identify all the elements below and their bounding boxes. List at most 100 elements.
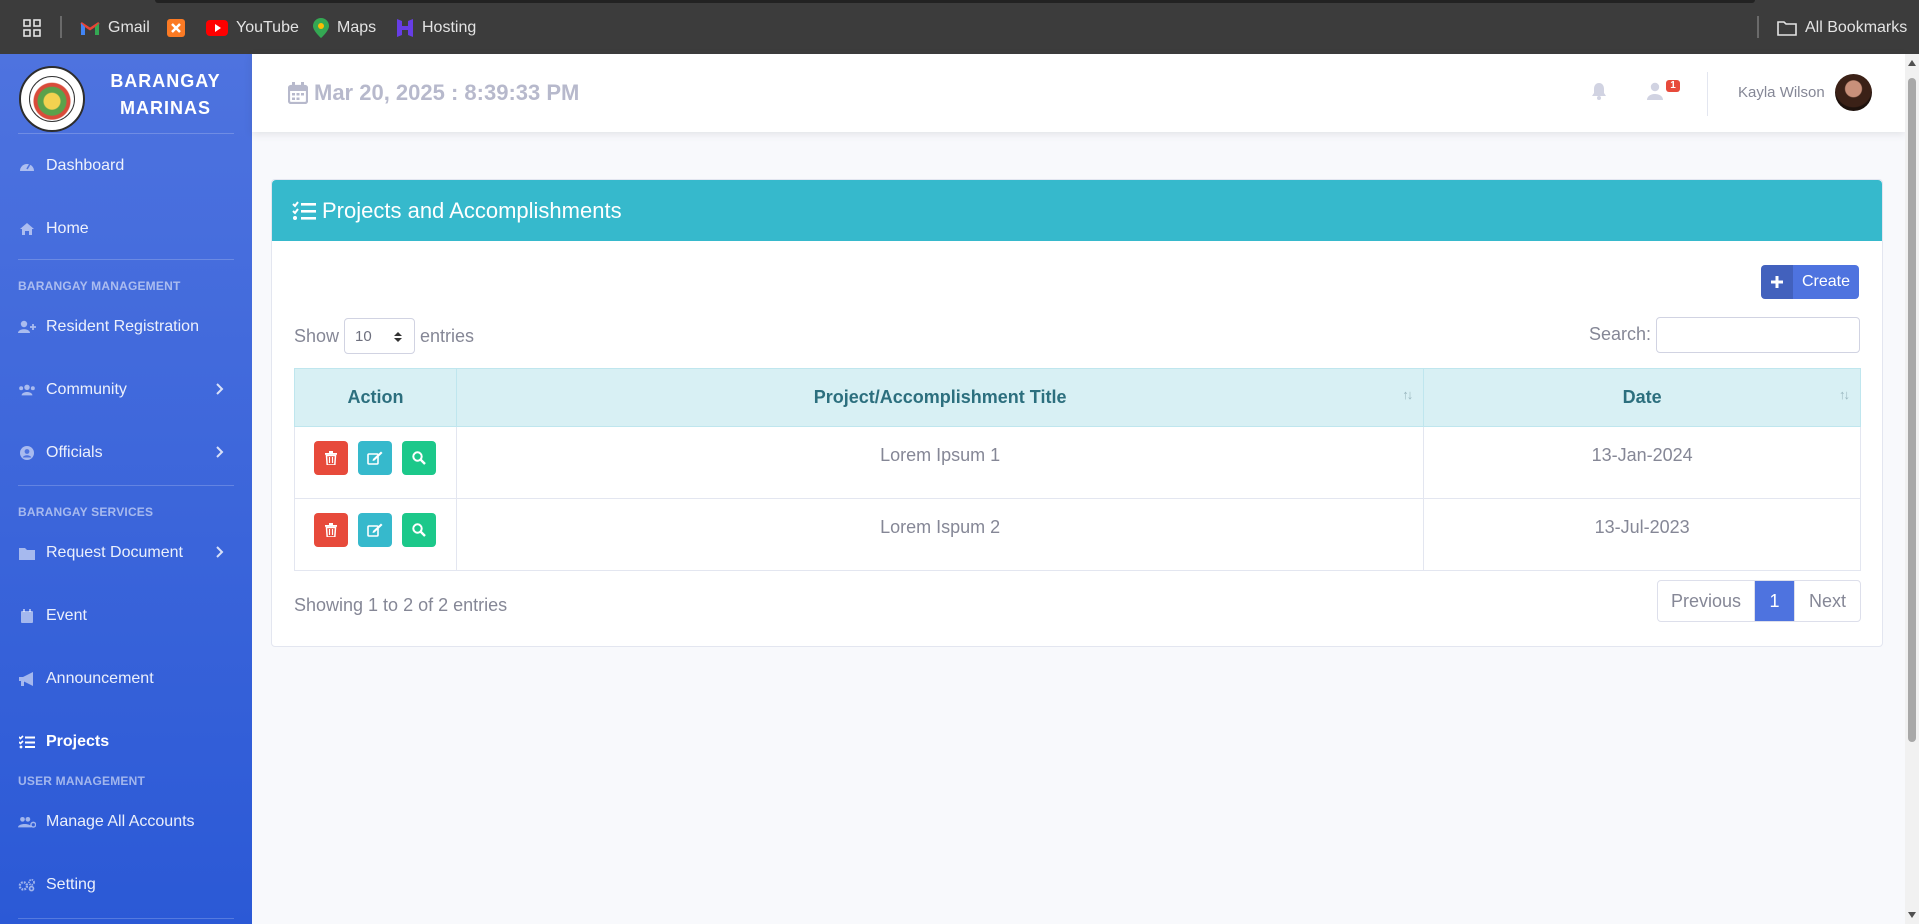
barangay-seal-logo — [19, 66, 85, 132]
sidebar-divider — [18, 918, 234, 919]
page-scrollbar[interactable] — [1905, 54, 1919, 924]
sidebar-divider — [18, 259, 234, 260]
sidebar-item-request-document[interactable]: Request Document — [18, 541, 238, 565]
scroll-up-icon[interactable] — [1908, 60, 1916, 66]
entries-select[interactable]: 10 — [344, 318, 416, 354]
sidebar-brand[interactable]: BARANGAY MARINAS — [0, 54, 252, 134]
bookmark-label: Hosting — [422, 19, 477, 36]
datetime-display: Mar 20, 2025 : 8:39:33 PM — [288, 80, 579, 106]
column-header-date[interactable]: Date ↑↓ — [1423, 368, 1861, 427]
column-header-action: Action — [294, 368, 457, 427]
sidebar-item-label: Event — [46, 607, 87, 624]
sidebar-divider — [18, 133, 234, 134]
sidebar-item-dashboard[interactable]: Dashboard — [18, 154, 238, 178]
table-row: Lorem Ispum 2 13-Jul-2023 — [294, 498, 1861, 571]
card-header: Projects and Accomplishments — [272, 180, 1882, 241]
avatar[interactable] — [1835, 74, 1872, 111]
all-bookmarks-label: All Bookmarks — [1805, 19, 1908, 36]
sidebar-item-officials[interactable]: Officials — [18, 441, 238, 465]
scroll-down-icon[interactable] — [1908, 912, 1916, 918]
apps-icon[interactable] — [22, 18, 50, 38]
all-bookmarks[interactable]: All Bookmarks — [1777, 18, 1907, 38]
edit-button[interactable] — [358, 513, 393, 547]
hostinger-icon — [397, 19, 413, 37]
pagination-previous[interactable]: Previous — [1658, 581, 1755, 621]
column-label: Action — [347, 387, 404, 407]
sidebar-item-label: Home — [46, 220, 89, 237]
bookmark-separator — [1757, 16, 1759, 38]
column-header-title[interactable]: Project/Accomplishment Title ↑↓ — [455, 368, 1425, 427]
youtube-icon — [206, 20, 228, 36]
sidebar-item-manage-accounts[interactable]: Manage All Accounts — [18, 810, 238, 834]
edit-icon — [367, 451, 383, 465]
trash-icon — [325, 523, 338, 537]
date-cell: 13-Jan-2024 — [1423, 426, 1861, 499]
bookmark-hosting[interactable]: Hosting — [396, 18, 476, 38]
view-button[interactable] — [402, 513, 437, 547]
user-plus-icon — [18, 319, 36, 335]
delete-button[interactable] — [314, 441, 349, 475]
pagination-page-1[interactable]: 1 — [1755, 581, 1794, 621]
search-icon — [412, 523, 427, 537]
tachometer-icon — [18, 158, 36, 174]
datetime-text: Mar 20, 2025 : 8:39:33 PM — [314, 80, 580, 105]
search-label: Search: — [1589, 324, 1652, 344]
edit-button[interactable] — [358, 441, 393, 475]
folder-icon — [18, 545, 36, 561]
projects-card: Projects and Accomplishments Create Show… — [271, 179, 1883, 647]
sidebar-item-resident-registration[interactable]: Resident Registration — [18, 315, 238, 339]
view-button[interactable] — [402, 441, 437, 475]
sidebar-item-community[interactable]: Community — [18, 378, 238, 402]
tasks-icon — [292, 200, 316, 220]
scroll-thumb[interactable] — [1908, 78, 1916, 742]
create-button[interactable]: Create — [1761, 265, 1859, 299]
sidebar-divider — [18, 485, 234, 486]
entries-length-control: Show 10 entries — [294, 318, 474, 354]
topbar-divider — [1707, 72, 1708, 116]
date-cell: 13-Jul-2023 — [1423, 498, 1861, 571]
bookmark-gmail[interactable]: Gmail — [80, 18, 150, 38]
search-icon — [412, 451, 427, 465]
sidebar-heading: BARANGAY SERVICES — [18, 505, 154, 519]
bookmark-label: Gmail — [108, 19, 150, 36]
chevron-right-icon — [216, 546, 224, 558]
sidebar-item-label: Request Document — [46, 544, 183, 561]
brand-line-2: MARINAS — [120, 98, 211, 118]
sidebar-item-home[interactable]: Home — [18, 217, 238, 241]
card-title: Projects and Accomplishments — [322, 197, 622, 223]
brand-title: BARANGAY MARINAS — [98, 68, 233, 122]
bookmark-youtube[interactable]: YouTube — [206, 18, 299, 38]
search-input[interactable] — [1656, 317, 1860, 353]
gmail-icon — [80, 21, 100, 35]
username[interactable]: Kayla Wilson — [1738, 84, 1825, 101]
create-label: Create — [1802, 273, 1851, 290]
sidebar-heading: USER MANAGEMENT — [18, 774, 146, 788]
brand-line-1: BARANGAY — [110, 71, 221, 91]
tasks-icon — [18, 734, 36, 750]
user-alerts-icon[interactable] — [1646, 82, 1664, 105]
delete-button[interactable] — [314, 513, 349, 547]
bell-icon[interactable] — [1591, 82, 1607, 105]
title-cell: Lorem Ispum 2 — [455, 498, 1425, 571]
sidebar-item-label: Resident Registration — [46, 318, 199, 335]
table-row: Lorem Ipsum 1 13-Jan-2024 — [294, 426, 1861, 499]
topbar: Mar 20, 2025 : 8:39:33 PM 1 Kayla Wilson — [252, 54, 1905, 132]
entries-label: entries — [420, 325, 475, 346]
maps-icon — [313, 18, 329, 38]
sidebar-item-label: Projects — [46, 733, 110, 750]
sidebar-item-event[interactable]: Event — [18, 604, 238, 628]
pagination-next[interactable]: Next — [1794, 581, 1860, 621]
sidebar-item-label: Officials — [46, 444, 103, 461]
user-circle-icon — [18, 445, 36, 461]
sidebar-item-announcement[interactable]: Announcement — [18, 667, 238, 691]
chevron-right-icon — [216, 383, 224, 395]
bookmark-maps[interactable]: Maps — [313, 18, 376, 38]
edit-icon — [367, 523, 383, 537]
notification-badge: 1 — [1666, 80, 1680, 92]
column-label: Project/Accomplishment Title — [813, 387, 1067, 407]
bookmark-xampp[interactable] — [167, 18, 193, 38]
entries-value: 10 — [355, 327, 372, 345]
sidebar-item-setting[interactable]: Setting — [18, 873, 238, 897]
sidebar-heading: BARANGAY MANAGEMENT — [18, 279, 181, 293]
sidebar-item-projects[interactable]: Projects — [18, 730, 238, 754]
